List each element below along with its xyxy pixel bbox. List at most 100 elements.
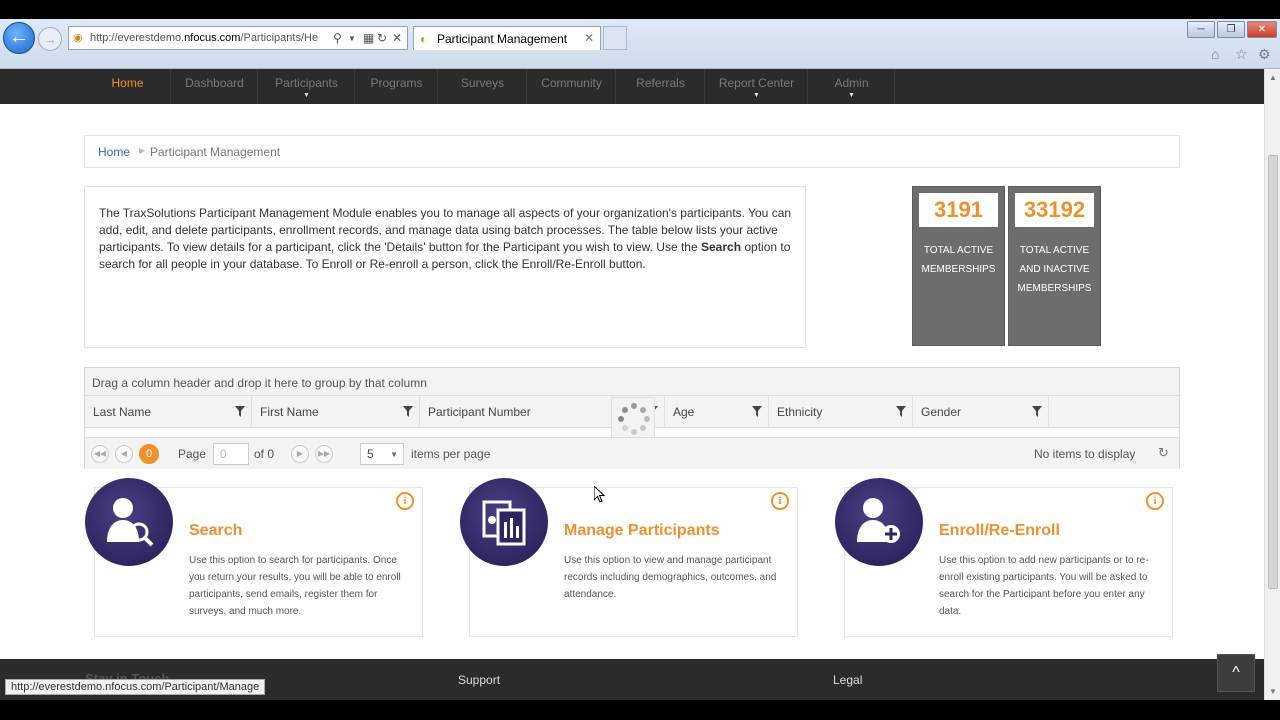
- site-nav: Home Dashboard Participants ▼ Programs Su…: [0, 69, 1264, 104]
- module-description: The TraxSolutions Participant Management…: [84, 186, 806, 348]
- nav-dashboard-label: Dashboard: [185, 76, 244, 90]
- new-tab-button[interactable]: [603, 26, 627, 50]
- nav-admin[interactable]: Admin ▼: [809, 69, 895, 104]
- filter-icon[interactable]: [896, 406, 906, 417]
- nav-referrals[interactable]: Referrals: [617, 69, 705, 104]
- dropdown-icon[interactable]: ▼: [348, 34, 356, 43]
- forward-button[interactable]: →: [38, 27, 62, 51]
- nav-dashboard[interactable]: Dashboard: [172, 69, 258, 104]
- status-bar-url: http://everestdemo.nfocus.com/Participan…: [5, 679, 266, 695]
- filter-icon[interactable]: [1032, 406, 1042, 417]
- column-first-name[interactable]: First Name: [252, 396, 420, 428]
- stop-icon[interactable]: ✕: [392, 31, 402, 45]
- home-icon[interactable]: ⌂: [1211, 46, 1219, 62]
- column-label: Ethnicity: [777, 405, 823, 419]
- stat-all-memberships: 33192 TOTAL ACTIVE AND INACTIVE MEMBERSH…: [1008, 186, 1101, 346]
- nav-surveys-label: Surveys: [460, 76, 505, 90]
- description-text: The TraxSolutions Participant Management…: [99, 206, 792, 271]
- stat-active-memberships: 3191 TOTAL ACTIVE MEMBERSHIPS: [912, 186, 1005, 346]
- info-icon[interactable]: i: [396, 492, 414, 510]
- grid-pager: ◀◀ ◀ 0 Page 0 of 0 ▶ ▶▶ 5 ▼ items per pag…: [85, 437, 1179, 469]
- column-gender[interactable]: Gender: [913, 396, 1049, 428]
- page-scrollbar[interactable]: ▲ ▼: [1264, 69, 1280, 700]
- nav-report-center[interactable]: Report Center ▼: [706, 69, 808, 104]
- filter-icon[interactable]: [752, 406, 762, 417]
- page-viewport: Home Dashboard Participants ▼ Programs Su…: [0, 69, 1264, 700]
- tab-close-icon[interactable]: ✕: [584, 31, 594, 45]
- compat-icon[interactable]: ▦: [363, 31, 374, 45]
- manage-participants-card[interactable]: i Manage Participants Use this option to…: [460, 478, 798, 637]
- close-window-button[interactable]: ✕: [1247, 21, 1277, 38]
- stat-label: TOTAL ACTIVE MEMBERSHIPS: [921, 245, 996, 275]
- column-ethnicity[interactable]: Ethnicity: [769, 396, 913, 428]
- loading-spinner-icon: [611, 397, 655, 439]
- footer-legal-link[interactable]: Legal: [833, 673, 862, 687]
- card-title[interactable]: Enroll/Re-Enroll: [939, 522, 1060, 540]
- scroll-up-icon[interactable]: ▲: [1269, 73, 1277, 82]
- next-page-icon[interactable]: ▶: [291, 445, 309, 463]
- stat-value: 33192: [1015, 193, 1094, 227]
- nav-community[interactable]: Community: [528, 69, 616, 104]
- group-hint: Drag a column header and drop it here to…: [92, 376, 427, 390]
- favorites-star-icon[interactable]: ☆: [1235, 46, 1248, 63]
- nav-home[interactable]: Home: [85, 69, 171, 104]
- tab-loading-icon: ◐: [420, 32, 428, 46]
- documents-icon[interactable]: [460, 478, 548, 566]
- prev-page-icon[interactable]: ◀: [115, 445, 133, 463]
- empty-message: No items to display: [1034, 447, 1136, 461]
- back-to-top-button[interactable]: ^: [1217, 654, 1255, 692]
- settings-gear-icon[interactable]: ⚙: [1258, 46, 1271, 63]
- card-title[interactable]: Manage Participants: [564, 522, 720, 540]
- browser-tab[interactable]: ◐ Participant Management ✕: [413, 26, 601, 50]
- nav-participants-label: Participants: [275, 76, 338, 90]
- breadcrumb: Home ▶ Participant Management: [84, 135, 1180, 168]
- scroll-down-icon[interactable]: ▼: [1269, 687, 1277, 696]
- nav-programs[interactable]: Programs: [356, 69, 438, 104]
- breadcrumb-current: Participant Management: [150, 145, 281, 159]
- search-card[interactable]: i Search Use this option to search for p…: [85, 478, 423, 637]
- search-icon[interactable]: ⚲: [333, 31, 342, 45]
- back-button[interactable]: ←: [3, 22, 35, 54]
- info-icon[interactable]: i: [1146, 492, 1164, 510]
- filter-icon[interactable]: [235, 406, 245, 417]
- column-label: Last Name: [93, 405, 152, 419]
- group-drop-area[interactable]: Drag a column header and drop it here to…: [85, 368, 1179, 396]
- search-person-icon[interactable]: [85, 478, 173, 566]
- restore-button[interactable]: ❐: [1217, 21, 1245, 38]
- column-label: Gender: [921, 405, 962, 419]
- stat-label: TOTAL ACTIVE AND INACTIVE MEMBERSHIPS: [1017, 245, 1092, 294]
- breadcrumb-separator-icon: ▶: [139, 146, 146, 155]
- page-count: of 0: [254, 447, 275, 461]
- page-size-select[interactable]: 5 ▼: [360, 443, 404, 465]
- column-age[interactable]: Age: [665, 396, 769, 428]
- bottom-strip: [0, 700, 1280, 720]
- chevron-down-icon: ▼: [390, 450, 398, 459]
- filter-icon[interactable]: [403, 406, 413, 417]
- nav-report-center-label: Report Center: [718, 76, 795, 90]
- page-label: Page: [178, 447, 207, 461]
- add-person-icon[interactable]: [835, 478, 923, 566]
- footer-support-link[interactable]: Support: [458, 673, 500, 687]
- refresh-icon[interactable]: ↻: [1158, 445, 1169, 461]
- breadcrumb-home-link[interactable]: Home: [98, 145, 130, 159]
- nav-participants[interactable]: Participants ▼: [259, 69, 355, 104]
- column-last-name[interactable]: Last Name: [85, 396, 252, 428]
- enroll-card[interactable]: i Enroll/Re-Enroll Use this option to ad…: [835, 478, 1173, 637]
- nav-community-label: Community: [541, 76, 602, 90]
- page-input[interactable]: 0: [213, 443, 249, 465]
- minimize-button[interactable]: ─: [1187, 21, 1215, 38]
- column-label: Age: [673, 405, 695, 419]
- first-page-icon[interactable]: ◀◀: [91, 445, 109, 463]
- refresh-icon[interactable]: ↻: [377, 31, 387, 45]
- column-label: First Name: [260, 405, 319, 419]
- address-url[interactable]: http://everestdemo.nfocus.com/Participan…: [90, 32, 328, 44]
- card-title[interactable]: Search: [189, 522, 242, 540]
- chevron-down-icon: ▼: [753, 92, 760, 99]
- address-bar[interactable]: ◉ http://everestdemo.nfocus.com/Particip…: [68, 26, 408, 50]
- scrollbar-thumb[interactable]: [1268, 155, 1278, 589]
- current-page-badge[interactable]: 0: [139, 444, 159, 464]
- last-page-icon[interactable]: ▶▶: [315, 445, 333, 463]
- nav-surveys[interactable]: Surveys: [439, 69, 527, 104]
- tab-title: Participant Management: [437, 32, 568, 46]
- info-icon[interactable]: i: [771, 492, 789, 510]
